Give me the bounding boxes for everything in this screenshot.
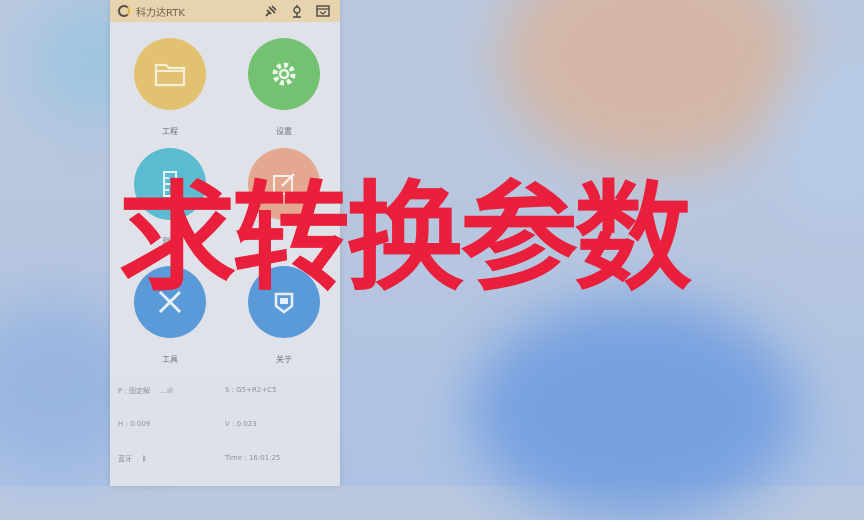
tile-project[interactable]: 工程	[132, 38, 208, 137]
bluetooth-label: 蓝牙	[118, 455, 132, 463]
tile-settings[interactable]: 设置	[246, 38, 322, 137]
status-row: P : 固定解 ...ıll S : G5+R2+C5	[118, 386, 332, 396]
background-blur	[500, 0, 800, 170]
vertical-precision: V : 0.023	[225, 420, 257, 428]
background-blur	[470, 300, 800, 520]
tile-tools-label: 工具	[162, 355, 178, 364]
time-readout: Time : 16:01:25	[225, 454, 281, 462]
status-row: H : 0.009 V : 0.023	[118, 420, 332, 428]
caption-overlay: 求转换参数	[118, 169, 692, 307]
satellite-icon[interactable]	[262, 3, 280, 19]
status-row: 蓝牙 ᛒ Time : 16:01:25	[118, 454, 332, 464]
status-panel: P : 固定解 ...ıll S : G5+R2+C5 H : 0.009 V …	[110, 374, 340, 486]
window-icon[interactable]	[314, 3, 332, 19]
solution-status: P : 固定解	[118, 387, 151, 395]
gear-icon	[248, 38, 320, 110]
satellite-status: S : G5+R2+C5	[225, 386, 277, 394]
bluetooth-icon: ᛒ	[142, 455, 147, 463]
tile-about-label: 关于	[276, 355, 292, 364]
title-bar: 科力达RTK	[110, 0, 340, 22]
app-title: 科力达RTK	[136, 7, 185, 19]
signal-icon: ...ıll	[160, 387, 173, 395]
tile-settings-label: 设置	[276, 127, 292, 136]
antenna-icon[interactable]	[288, 3, 306, 19]
horizontal-precision: H : 0.009	[118, 420, 151, 428]
folder-icon	[134, 38, 206, 110]
app-logo-icon	[118, 5, 130, 17]
tile-project-label: 工程	[162, 127, 178, 136]
